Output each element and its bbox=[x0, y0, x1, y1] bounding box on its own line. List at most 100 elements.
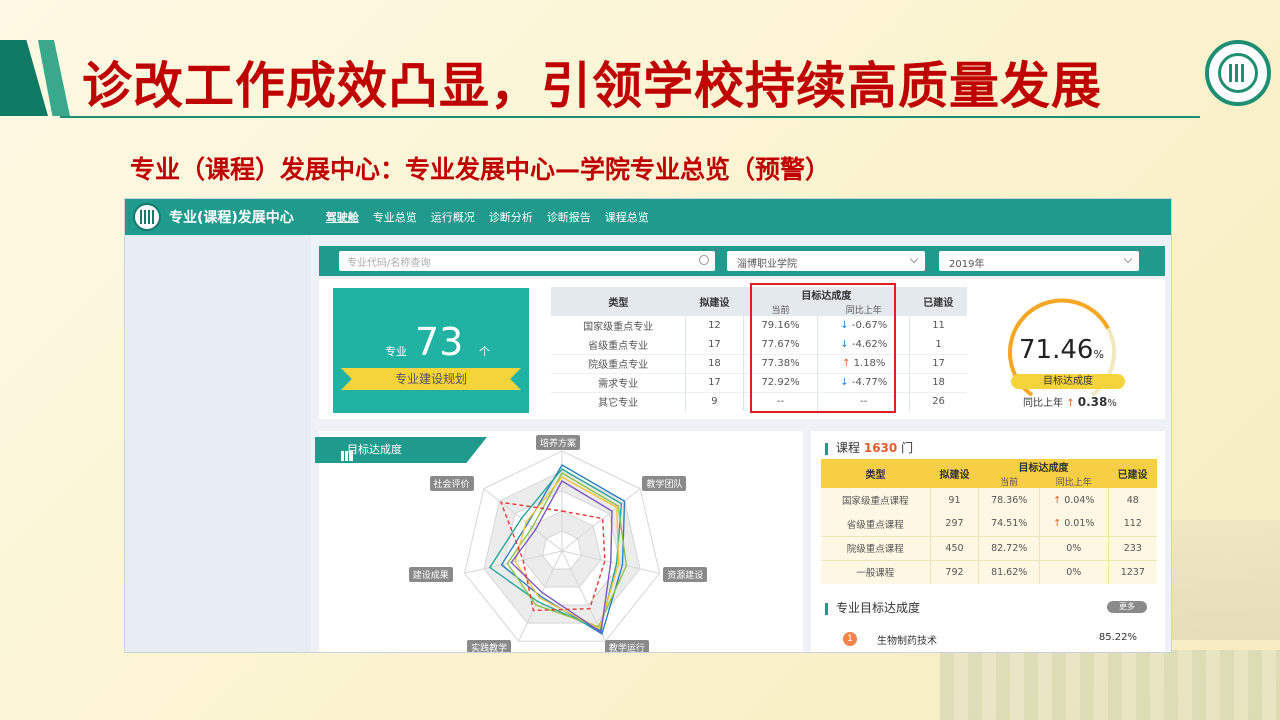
cell-planned: 17 bbox=[685, 335, 744, 354]
cell-planned: 91 bbox=[929, 488, 979, 512]
col-built: 已建设 bbox=[1108, 459, 1157, 488]
cell-built: 11 bbox=[909, 316, 967, 335]
cell-built: 48 bbox=[1107, 488, 1157, 512]
radar-axis-label: 社会评价 bbox=[429, 475, 474, 491]
cell-built: 18 bbox=[909, 372, 967, 392]
gauge-value-number: 71.46 bbox=[1019, 335, 1094, 365]
nav-item-report[interactable]: 诊断报告 bbox=[547, 209, 591, 225]
col-planned: 拟建设 bbox=[685, 287, 744, 316]
major-count: 73 bbox=[415, 320, 464, 364]
search-icon[interactable] bbox=[699, 255, 709, 265]
cell-planned: 9 bbox=[685, 391, 744, 411]
dashboard-screenshot: 专业(课程)发展中心 驾驶舱 专业总览 运行概况 诊断分析 诊断报告 课程总览 … bbox=[124, 198, 1172, 653]
cell-current: 78.36% bbox=[978, 488, 1040, 512]
chevron-down-icon bbox=[909, 254, 919, 264]
table-row: 国家级重点课程 91 78.36% ↑ 0.04% 48 bbox=[821, 488, 1157, 512]
cell-planned: 450 bbox=[929, 535, 979, 560]
major-target-title-label: 专业目标达成度 bbox=[836, 601, 921, 615]
major-planning-button[interactable]: 专业建设规划 bbox=[341, 368, 521, 390]
nav-item-diagnosis[interactable]: 诊断分析 bbox=[489, 209, 533, 225]
arrow-up-icon: ↑ bbox=[1053, 494, 1062, 506]
cell-planned: 297 bbox=[929, 512, 979, 536]
cell-type: 一般课程 bbox=[821, 559, 931, 584]
cell-type: 院级重点专业 bbox=[551, 353, 686, 373]
nav-item-course-overview[interactable]: 课程总览 bbox=[605, 209, 649, 225]
col-current: 当前 bbox=[978, 474, 1040, 488]
radar-axis-label: 实践教学 bbox=[467, 640, 512, 652]
cell-yoy-value: 0.01% bbox=[1064, 518, 1095, 530]
cell-planned: 12 bbox=[685, 316, 744, 335]
col-yoy: 同比上年 bbox=[1039, 474, 1109, 488]
chevron-down-icon bbox=[1123, 254, 1133, 264]
cell-planned: 18 bbox=[685, 353, 744, 373]
cell-built: 233 bbox=[1107, 535, 1157, 560]
gauge-value-unit: % bbox=[1093, 348, 1104, 361]
major-target-title: 专业目标达成度 bbox=[825, 599, 920, 616]
gauge-yoy-label: 同比上年 bbox=[1023, 398, 1063, 409]
app-topbar: 专业(课程)发展中心 驾驶舱 专业总览 运行概况 诊断分析 诊断报告 课程总览 bbox=[125, 199, 1171, 235]
arrow-up-icon: ↑ bbox=[1053, 518, 1062, 530]
rank-value: 85.22% bbox=[1098, 632, 1137, 643]
more-button[interactable]: 更多 bbox=[1107, 601, 1147, 613]
gauge-yoy-unit: % bbox=[1107, 398, 1117, 409]
cell-yoy: 0% bbox=[1038, 559, 1109, 584]
cell-planned: 17 bbox=[685, 372, 744, 392]
cell-yoy: ↑ 0.01% bbox=[1038, 512, 1109, 536]
radar-axis-label: 建设成果 bbox=[408, 567, 453, 583]
radar-panel: 目标达成度 培养方案 教学团队 资源建设 教学运行 实践教学 建设成果 社会评价 bbox=[315, 431, 803, 652]
cell-yoy: 0% bbox=[1038, 535, 1109, 560]
year-select-value: 2019年 bbox=[949, 259, 985, 270]
cell-current: 74.51% bbox=[978, 512, 1040, 536]
cell-built: 17 bbox=[909, 353, 967, 373]
sidebar bbox=[125, 235, 311, 652]
nav-item-operation[interactable]: 运行概况 bbox=[431, 209, 475, 225]
trees-decoration bbox=[940, 650, 1280, 720]
year-select[interactable]: 2019年 bbox=[939, 251, 1139, 271]
cell-built: 1 bbox=[909, 335, 967, 354]
rank-badge: 1 bbox=[843, 632, 857, 646]
slide-header: 诊改工作成效凸显，引领学校持续高质量发展 bbox=[0, 38, 1280, 120]
course-title-label: 课程 bbox=[836, 441, 861, 455]
list-item[interactable]: 1 生物制药技术 85.22% bbox=[841, 630, 1151, 648]
search-input[interactable]: 专业代码/名称查询 bbox=[339, 251, 715, 271]
cell-type: 国家级重点课程 bbox=[821, 488, 931, 512]
filter-bar: 专业代码/名称查询 淄博职业学院 2019年 bbox=[319, 246, 1165, 276]
app-logo-icon bbox=[133, 203, 161, 231]
major-count-card: 专业 73 个 专业建设规划 bbox=[333, 288, 529, 413]
cell-yoy-value: 0.04% bbox=[1064, 494, 1095, 506]
cell-type: 省级重点专业 bbox=[588, 340, 649, 352]
cell-built: 26 bbox=[909, 391, 967, 411]
header-divider bbox=[60, 116, 1200, 118]
cell-type: 院级重点课程 bbox=[821, 535, 931, 560]
course-title: 课程 1630 门 bbox=[825, 439, 913, 456]
section-marker bbox=[825, 442, 828, 455]
col-type: 类型 bbox=[551, 287, 686, 316]
radar-chart bbox=[463, 450, 661, 642]
course-panel: 课程 1630 门 类型 拟建设 目标达成度 已建设 当前 同比上年 国家级重点… bbox=[811, 431, 1165, 652]
cell-type: 需求专业 bbox=[551, 372, 686, 392]
cell-yoy-value: 0% bbox=[1066, 542, 1082, 554]
gauge-yoy: 同比上年 ↑ 0.38% bbox=[1023, 394, 1117, 409]
radar-axis-label: 教学运行 bbox=[604, 640, 649, 652]
cell-yoy: ↑ 0.04% bbox=[1038, 488, 1109, 512]
col-planned: 拟建设 bbox=[930, 459, 979, 488]
highlight-box bbox=[750, 283, 896, 413]
app-name: 专业(课程)发展中心 bbox=[169, 210, 294, 226]
college-select-value: 淄博职业学院 bbox=[737, 259, 797, 270]
col-built: 已建设 bbox=[909, 287, 967, 316]
arrow-up-icon: ↑ bbox=[1066, 398, 1075, 409]
college-select[interactable]: 淄博职业学院 bbox=[727, 251, 925, 271]
nav-item-cockpit[interactable]: 驾驶舱 bbox=[326, 209, 359, 225]
major-unit: 个 bbox=[479, 345, 490, 358]
table-row: 一般课程 792 81.62% 0% 1237 bbox=[821, 559, 1157, 584]
cell-type: 省级重点课程 bbox=[821, 512, 931, 536]
cell-type: 其它专业 bbox=[551, 391, 686, 411]
nav-item-major-overview[interactable]: 专业总览 bbox=[373, 209, 417, 225]
school-logo-icon bbox=[1205, 40, 1271, 106]
gauge-value: 71.46% bbox=[1019, 335, 1104, 365]
cell-built: 1237 bbox=[1107, 559, 1157, 584]
cell-current: 81.62% bbox=[978, 559, 1040, 584]
table-row: 院级重点课程 450 82.72% 0% 233 bbox=[821, 535, 1157, 560]
slide-subtitle: 专业（课程）发展中心：专业发展中心—学院专业总览（预警） bbox=[130, 155, 831, 184]
gauge-label: 目标达成度 bbox=[1011, 374, 1125, 389]
